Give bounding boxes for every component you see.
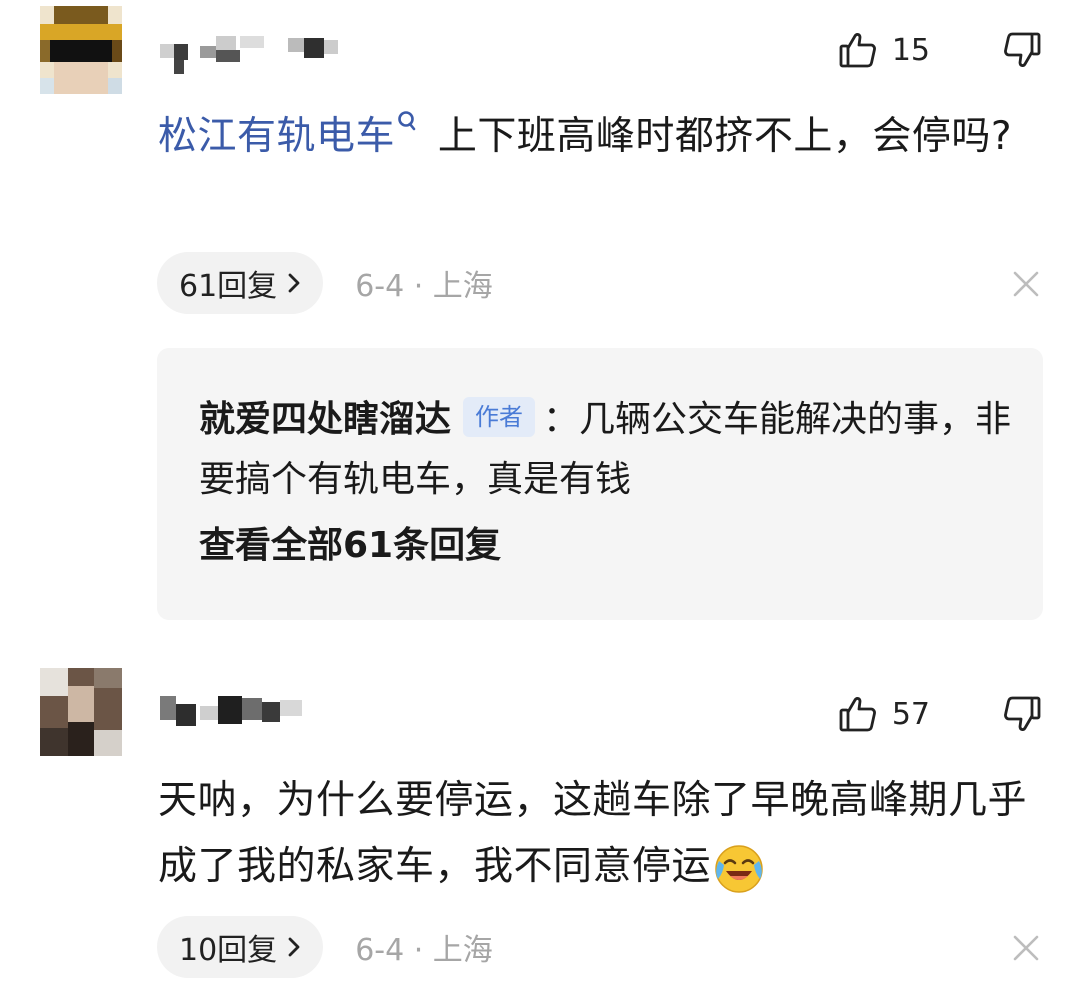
view-all-replies-link[interactable]: 查看全部61条回复 xyxy=(199,516,1019,576)
thumbs-up-icon xyxy=(839,697,876,732)
thumbs-down-icon xyxy=(1004,32,1041,67)
username-pixel xyxy=(200,706,218,720)
date-location: 6-4 · 上海 xyxy=(355,269,493,304)
avatar-pixel xyxy=(94,668,122,688)
reply-author[interactable]: 就爱四处瞎溜达 xyxy=(199,399,451,440)
dislike-button[interactable] xyxy=(1002,30,1042,74)
chevron-right-icon xyxy=(288,937,300,957)
username-blurred[interactable] xyxy=(160,686,320,736)
comment-meta: 61回复 6-4 · 上海 xyxy=(157,252,493,314)
dislike-button[interactable] xyxy=(1002,694,1042,738)
username-pixel xyxy=(288,38,304,52)
like-button[interactable]: 57 xyxy=(838,694,930,734)
username-pixel xyxy=(160,696,176,720)
username-pixel xyxy=(176,704,196,726)
username-pixel xyxy=(280,700,302,716)
topic-link[interactable]: 松江有轨电车 xyxy=(158,114,395,159)
comment-item: 15 松江有轨电车 上下班高峰时都挤不上，会停吗? 61回复 6-4 · 上海 … xyxy=(0,0,1080,640)
like-count: 57 xyxy=(891,696,930,732)
avatar[interactable] xyxy=(40,668,122,756)
comment-text: 天呐，为什么要停运，这趟车除了早晚高峰期几乎成了我的私家车，我不同意停运 xyxy=(158,768,1038,900)
chevron-right-icon xyxy=(288,273,300,293)
comment-body: 天呐，为什么要停运，这趟车除了早晚高峰期几乎成了我的私家车，我不同意停运 xyxy=(158,778,1028,889)
avatar-pixel xyxy=(68,722,94,756)
avatar-pixel xyxy=(40,40,50,62)
reply-count-button[interactable]: 10回复 xyxy=(157,916,324,978)
reply-separator: ： xyxy=(543,399,580,440)
avatar-pixel xyxy=(112,40,122,62)
username-pixel xyxy=(200,46,216,58)
username-pixel xyxy=(216,36,236,50)
reply-count-label: 61回复 xyxy=(179,269,278,304)
reply-preview-box[interactable]: 就爱四处瞎溜达 作者 ：几辆公交车能解决的事，非要搞个有轨电车，真是有钱 查看全部6… xyxy=(157,348,1043,620)
avatar-pixel xyxy=(94,730,122,756)
username-pixel xyxy=(160,44,174,58)
avatar-pixel xyxy=(54,62,108,94)
username-pixel xyxy=(324,40,338,54)
username-pixel xyxy=(242,698,262,720)
crying-laughing-emoji xyxy=(715,844,763,893)
author-badge: 作者 xyxy=(463,397,536,437)
reply-count-label: 10回复 xyxy=(179,933,278,968)
avatar-pixel xyxy=(68,686,94,722)
avatar-pixel xyxy=(108,78,122,94)
avatar-pixel xyxy=(40,668,68,696)
reply-count-button[interactable]: 61回复 xyxy=(157,252,324,314)
avatar[interactable] xyxy=(40,6,122,94)
username-pixel xyxy=(216,50,240,62)
reply-preview-text: 就爱四处瞎溜达 作者 ：几辆公交车能解决的事，非要搞个有轨电车，真是有钱 xyxy=(199,390,1019,510)
search-icon xyxy=(398,111,416,131)
thumbs-up-icon xyxy=(839,33,876,68)
comment-body: 上下班高峰时都挤不上，会停吗? xyxy=(425,114,1013,159)
avatar-pixel xyxy=(54,6,108,24)
comment-item: 57 天呐，为什么要停运，这趟车除了早晚高峰期几乎成了我的私家车，我不同意停运 … xyxy=(0,660,1080,1000)
avatar-pixel xyxy=(40,24,122,40)
date-location: 6-4 · 上海 xyxy=(355,933,493,968)
avatar-pixel xyxy=(50,40,112,62)
username-pixel xyxy=(174,44,188,60)
username-pixel xyxy=(218,696,242,724)
close-icon[interactable] xyxy=(1012,270,1040,298)
like-button[interactable]: 15 xyxy=(838,30,930,70)
username-pixel xyxy=(262,702,280,722)
avatar-pixel xyxy=(40,78,54,94)
close-icon[interactable] xyxy=(1012,934,1040,962)
comment-meta: 10回复 6-4 · 上海 xyxy=(157,916,493,978)
comment-text: 松江有轨电车 上下班高峰时都挤不上，会停吗? xyxy=(158,104,1038,170)
username-blurred[interactable] xyxy=(160,30,350,80)
username-pixel xyxy=(240,36,264,48)
username-pixel xyxy=(174,60,184,74)
thumbs-down-icon xyxy=(1004,696,1041,731)
avatar-pixel xyxy=(40,728,68,756)
username-pixel xyxy=(304,38,324,58)
like-count: 15 xyxy=(891,32,930,68)
